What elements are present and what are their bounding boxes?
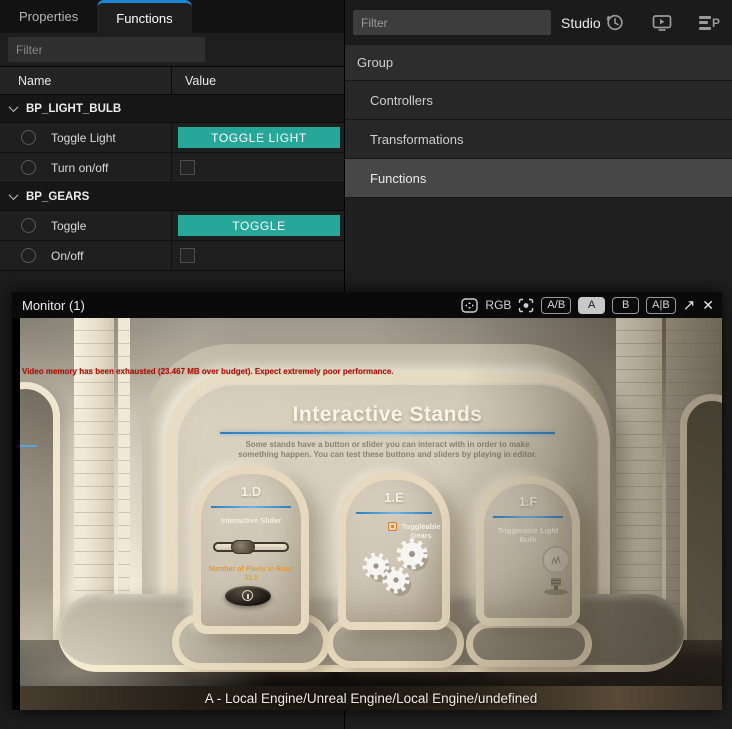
table-row: Turn on/off [0,153,344,183]
stand-label: Interactive Slider [201,516,301,525]
stand-underline [356,512,433,514]
stand-1e: 1.E Toggleable Gears [338,472,450,630]
left-wall-arch [20,382,60,662]
gizmo-icon [388,522,397,531]
function-name: Turn on/off [51,161,108,175]
stand-id: 1.D [201,484,301,499]
list-item-controllers[interactable]: Controllers [345,81,732,120]
function-name: Toggle [51,219,86,233]
stand-value: 31.9 [201,575,301,582]
monitor-viewport[interactable]: Interactive Stands Some stands have a bu… [20,318,722,686]
monitor-caption-bar: A - Local Engine/Unreal Engine/Local Eng… [20,686,722,710]
column-header-name: Name [0,67,172,94]
group-header-bp-gears[interactable]: BP_GEARS [0,183,344,211]
function-value-cell [172,241,344,270]
view-b-button[interactable]: B [612,297,639,314]
interactive-slider [213,542,289,552]
scene-subtitle: Some stands have a button or slider you … [235,440,540,460]
function-name-cell: On/off [0,241,172,270]
group-label: BP_GEARS [26,191,89,203]
functions-filter-input[interactable] [8,37,205,62]
center-focus-icon[interactable] [518,298,534,313]
studio-filter-input[interactable] [353,10,551,35]
history-icon[interactable] [604,12,625,33]
radio-circle-icon[interactable] [21,160,36,175]
function-value-cell: TOGGLE LIGHT [172,123,344,152]
engine-path-label: A - Local Engine/Unreal Engine/Local Eng… [205,691,538,706]
function-value-cell: TOGGLE [172,211,344,240]
unreal-logo-button [225,586,271,606]
list-item-transformations[interactable]: Transformations [345,120,732,159]
stand-caption: Number of Pixels in Row: [201,566,301,573]
right-wall-arch [680,394,722,662]
studio-label: Studio [561,15,601,31]
table-row: Toggle Light TOGGLE LIGHT [0,123,344,153]
studio-toolbar-icons: P [604,12,720,33]
group-label: BP_LIGHT_BULB [26,103,121,115]
video-memory-warning: Video memory has been exhausted (23.467 … [22,367,394,376]
menu-p-icon[interactable]: P [699,16,720,30]
view-aib-button[interactable]: A|B [646,297,676,314]
scene-title: Interactive Stands [165,403,610,427]
list-item-functions[interactable]: Functions [345,159,732,198]
stand-id: 1.F [484,494,572,509]
toggle-light-button[interactable]: TOGGLE LIGHT [178,127,340,148]
stand-base [466,621,592,667]
function-name-cell: Turn on/off [0,153,172,182]
tab-properties[interactable]: Properties [0,0,97,33]
function-name: Toggle Light [51,131,116,145]
stand-id: 1.E [346,490,442,505]
gears-icon [352,534,444,598]
hamburger-icon [699,16,711,30]
popout-icon[interactable]: ↗ [683,298,696,313]
wall-pilaster [74,318,114,618]
on-off-checkbox[interactable] [180,248,195,263]
list-item-group[interactable]: Group [345,45,732,81]
slider-knob-icon [231,540,255,554]
monitor-window: Monitor (1) RGB [12,292,722,710]
fit-view-icon[interactable] [461,298,478,313]
stand-1f: 1.F Triggerable Light Bulb [476,476,580,626]
chevron-down-icon [9,102,19,112]
table-row: Toggle TOGGLE [0,211,344,241]
stand-label: Triggerable Light Bulb [497,526,559,544]
turn-on-off-checkbox[interactable] [180,160,195,175]
stand-label: Toggleable Gears [346,522,442,531]
stand-underline [493,516,563,518]
table-header: Name Value [0,66,344,95]
wall-pilaster [616,318,662,624]
tab-functions[interactable]: Functions [97,0,191,33]
toggle-button[interactable]: TOGGLE [178,215,340,236]
function-name-cell: Toggle [0,211,172,240]
stand-1d: 1.D Interactive Slider Number of Pixels … [193,466,309,634]
group-header-bp-light-bulb[interactable]: BP_LIGHT_BULB [0,95,344,123]
function-name-cell: Toggle Light [0,123,172,152]
radio-circle-icon[interactable] [21,248,36,263]
function-name: On/off [51,249,83,263]
unreal-logo-icon [242,590,253,601]
filter-row [0,33,344,66]
scene-title-underline [220,432,555,434]
monitor-title: Monitor (1) [22,298,85,313]
chevron-down-icon [9,190,19,200]
monitor-titlebar[interactable]: Monitor (1) RGB [12,292,722,318]
monitor-toolbar: RGB A/B A B A|B ↗ ✕ [461,297,714,314]
studio-toolbar: Studio P [345,0,732,45]
tab-bar: Properties Functions [0,0,344,33]
close-icon[interactable]: ✕ [702,298,714,312]
radio-circle-icon[interactable] [21,130,36,145]
stand-underline [211,506,291,508]
function-value-cell [172,153,344,182]
wall-pilaster [118,318,130,610]
column-header-value: Value [172,67,344,94]
menu-letter: P [712,16,720,30]
table-row: On/off [0,241,344,271]
light-bulb-icon [538,544,574,596]
radio-circle-icon[interactable] [21,218,36,233]
ab-split-button[interactable]: A/B [541,297,571,314]
view-a-button[interactable]: A [578,297,605,314]
rgb-channel-button[interactable]: RGB [485,298,511,312]
player-monitor-icon[interactable] [651,13,673,33]
